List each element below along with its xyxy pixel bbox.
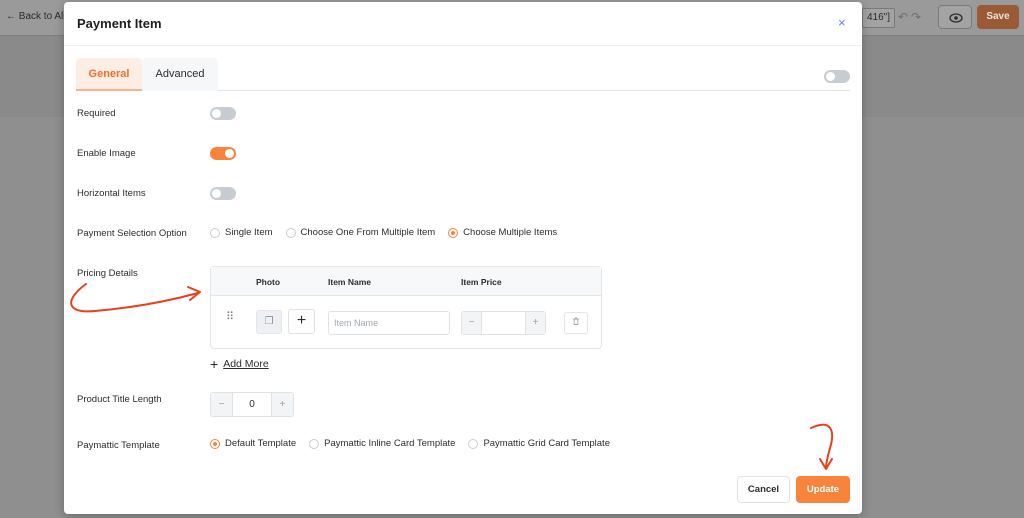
column-photo: Photo bbox=[256, 277, 281, 287]
radio-circle bbox=[210, 227, 220, 238]
tab-advanced[interactable]: Advanced bbox=[142, 58, 218, 91]
radio-default-template[interactable]: Default Template bbox=[210, 438, 296, 449]
price-decrement-button[interactable]: − bbox=[462, 312, 481, 334]
payment-selection-radios: Single Item Choose One From Multiple Ite… bbox=[210, 227, 570, 238]
radio-choose-multiple[interactable]: Choose Multiple Items bbox=[448, 227, 557, 238]
radio-single-item[interactable]: Single Item bbox=[210, 227, 273, 238]
add-more-button[interactable]: + Add More bbox=[210, 356, 269, 372]
length-decrement-button[interactable]: − bbox=[211, 393, 232, 416]
length-increment-button[interactable]: + bbox=[272, 393, 293, 416]
radio-label: Default Template bbox=[225, 438, 297, 449]
photo-placeholder-icon: ❐ bbox=[256, 310, 282, 334]
horizontal-items-toggle[interactable] bbox=[210, 187, 236, 200]
radio-choose-one[interactable]: Choose One From Multiple Item bbox=[285, 227, 436, 238]
item-price-field[interactable] bbox=[481, 312, 526, 334]
radio-label: Single Item bbox=[225, 227, 273, 238]
plus-icon: + bbox=[210, 356, 219, 372]
delete-item-button[interactable] bbox=[564, 312, 588, 334]
cancel-button[interactable]: Cancel bbox=[737, 476, 790, 503]
column-item-name: Item Name bbox=[328, 277, 371, 287]
payment-selection-label: Payment Selection Option bbox=[77, 228, 187, 239]
required-label: Required bbox=[77, 108, 116, 119]
radio-circle bbox=[468, 438, 479, 449]
horizontal-items-label: Horizontal Items bbox=[77, 188, 146, 199]
item-price-stepper: − + bbox=[461, 311, 546, 335]
modal-title: Payment Item bbox=[77, 16, 162, 31]
radio-label: Paymattic Inline Card Template bbox=[324, 438, 456, 449]
header-toggle[interactable] bbox=[824, 70, 850, 83]
price-increment-button[interactable]: + bbox=[526, 312, 545, 334]
update-button[interactable]: Update bbox=[796, 476, 850, 503]
pricing-table-header: Photo Item Name Item Price bbox=[211, 267, 601, 296]
undo-redo-icon: ↶↷ bbox=[898, 10, 925, 24]
title-length-value[interactable]: 0 bbox=[232, 393, 272, 416]
radio-circle bbox=[285, 227, 296, 238]
eye-icon bbox=[949, 13, 963, 23]
preview-button[interactable] bbox=[938, 5, 972, 29]
modal-header: Payment Item × bbox=[64, 2, 862, 46]
radio-circle-checked bbox=[210, 438, 220, 449]
radio-circle bbox=[309, 438, 320, 449]
close-icon[interactable]: × bbox=[838, 15, 846, 30]
column-item-price: Item Price bbox=[461, 277, 502, 287]
template-radios: Default Template Paymattic Inline Card T… bbox=[210, 438, 623, 449]
enable-image-label: Enable Image bbox=[77, 148, 136, 159]
payment-item-modal: Payment Item × General Advanced Required… bbox=[64, 2, 862, 514]
radio-inline-card-template[interactable]: Paymattic Inline Card Template bbox=[309, 438, 455, 449]
item-name-input[interactable] bbox=[328, 311, 450, 335]
tab-general[interactable]: General bbox=[76, 58, 142, 91]
drag-handle-icon[interactable]: ⠿ bbox=[226, 312, 234, 323]
tab-bar: General Advanced bbox=[76, 58, 850, 91]
radio-grid-card-template[interactable]: Paymattic Grid Card Template bbox=[468, 438, 610, 449]
title-length-label: Product Title Length bbox=[77, 394, 162, 405]
save-button[interactable]: Save bbox=[977, 5, 1019, 29]
enable-image-toggle[interactable] bbox=[210, 147, 236, 160]
back-link-label: Back to All bbox=[18, 11, 66, 22]
trash-icon bbox=[573, 317, 579, 325]
radio-label: Paymattic Grid Card Template bbox=[483, 438, 610, 449]
radio-circle-checked bbox=[448, 227, 459, 238]
pricing-table: Photo Item Name Item Price ⠿ ❐ + − + bbox=[210, 266, 602, 349]
radio-label: Choose One From Multiple Item bbox=[300, 227, 436, 238]
required-toggle[interactable] bbox=[210, 107, 236, 120]
back-link[interactable]: ← Back to All bbox=[6, 11, 65, 22]
template-label: Paymattic Template bbox=[77, 440, 160, 451]
radio-label: Choose Multiple Items bbox=[463, 227, 558, 238]
pricing-details-label: Pricing Details bbox=[77, 268, 138, 279]
title-length-stepper: − 0 + bbox=[210, 392, 294, 417]
add-photo-button[interactable]: + bbox=[288, 309, 315, 334]
shortcode-box: 416"] bbox=[862, 8, 896, 28]
add-more-label: Add More bbox=[223, 358, 269, 370]
